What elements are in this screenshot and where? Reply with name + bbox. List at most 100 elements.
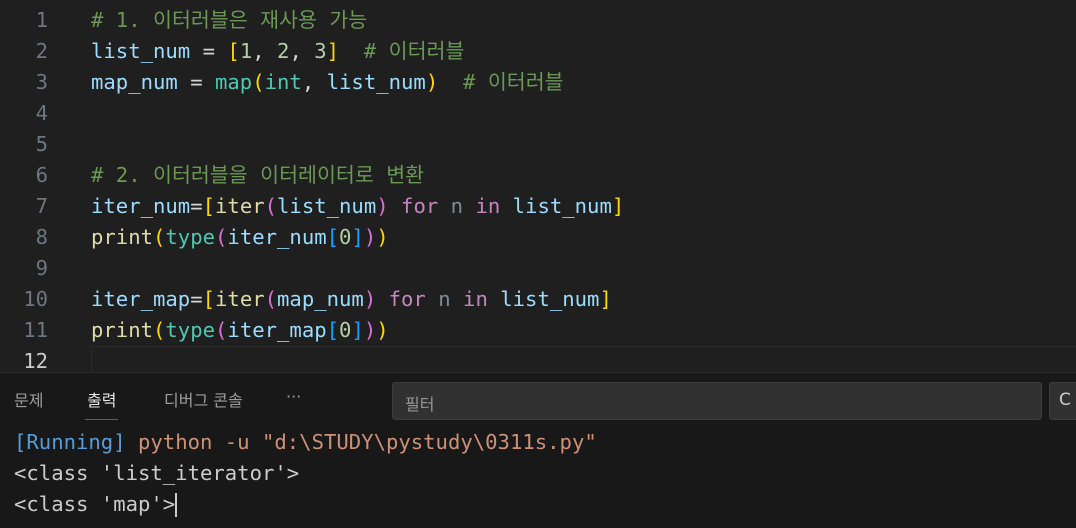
code-token: ) — [376, 194, 389, 218]
code-line[interactable]: 4 — [0, 98, 1076, 129]
code-token: map_num — [277, 287, 364, 311]
code-token: in — [450, 287, 501, 311]
code-token: iter_num — [227, 225, 327, 249]
line-number: 1 — [35, 8, 48, 32]
code-token: map — [215, 70, 253, 94]
output-channel-select[interactable]: C — [1049, 382, 1076, 420]
code-token: ) — [363, 287, 377, 311]
code-token: map_num — [91, 70, 178, 94]
code-token: list_num — [512, 194, 612, 218]
output-line: <class 'list_iterator'> — [14, 461, 300, 485]
line-number: 5 — [35, 132, 48, 156]
code-token: type — [165, 318, 216, 342]
tab-problems[interactable]: 문제 — [14, 387, 43, 411]
code-text: print(type(iter_map[0])) — [91, 315, 389, 346]
code-token: ( — [252, 70, 265, 94]
code-token: = — [190, 39, 228, 63]
code-token: list_num — [91, 39, 191, 63]
code-token: 0 — [339, 318, 352, 342]
line-number: 12 — [23, 349, 48, 372]
code-token: iter — [215, 194, 265, 218]
code-line[interactable]: 5 — [0, 129, 1076, 160]
code-token: n — [438, 287, 451, 311]
code-line[interactable]: 3 map_num = map(int, list_num) # 이터러블 — [0, 67, 1076, 98]
code-token: [ — [227, 39, 240, 63]
code-token: for — [376, 287, 439, 311]
code-token: [ — [202, 287, 216, 311]
text-cursor — [175, 493, 178, 517]
code-line[interactable]: 10 iter_map=[iter(map_num) for n in list_… — [0, 284, 1076, 315]
code-token: n — [450, 194, 464, 218]
code-line[interactable]: 9 — [0, 253, 1076, 284]
code-token: , — [301, 70, 327, 94]
code-line[interactable]: 8 print(type(iter_num[0])) — [0, 222, 1076, 253]
code-line[interactable]: 2 list_num = [1, 2, 3] # 이터러블 — [0, 36, 1076, 67]
code-token: , — [252, 39, 278, 63]
code-token: # 1. 이터러블은 재사용 가능 — [91, 8, 368, 32]
line-number: 3 — [35, 70, 48, 94]
code-token: iter_num — [91, 194, 191, 218]
output-text: <class 'map'> — [14, 492, 176, 516]
code-token: int — [264, 70, 302, 94]
code-token: type — [165, 225, 216, 249]
code-line[interactable]: 6 # 2. 이터러블을 이터레이터로 변환 — [0, 160, 1076, 191]
tab-output[interactable]: 출력 — [84, 387, 119, 420]
code-token: iter — [215, 287, 265, 311]
code-token: iter_map — [91, 287, 191, 311]
line-number: 7 — [35, 194, 48, 218]
code-token: 3 — [314, 39, 327, 63]
code-token: for — [388, 194, 451, 218]
tab-debug-console[interactable]: 디버그 콘솔 — [164, 387, 243, 411]
code-text: # 1. 이터러블은 재사용 가능 — [91, 5, 367, 36]
code-text: map_num = map(int, list_num) # 이터러블 — [91, 67, 564, 98]
code-token: ] — [326, 39, 340, 63]
line-number: 11 — [23, 318, 48, 342]
code-line[interactable]: 12 — [0, 346, 1076, 372]
code-text: iter_map=[iter(map_num) for n in list_nu… — [91, 284, 612, 315]
code-token: ( — [153, 225, 166, 249]
line-number: 8 — [35, 225, 48, 249]
code-token: ] — [599, 287, 612, 311]
filter-input[interactable]: 필터 — [392, 382, 1042, 420]
code-token: [ — [326, 318, 340, 342]
code-editor[interactable]: 1 # 1. 이터러블은 재사용 가능 2 list_num = [1, 2, 3] … — [0, 0, 1076, 372]
code-token: [ — [326, 225, 340, 249]
current-line-highlight — [91, 346, 1076, 372]
line-number: 2 — [35, 39, 48, 63]
line-number: 9 — [35, 256, 48, 280]
line-number: 6 — [35, 163, 48, 187]
code-token: ] — [351, 225, 364, 249]
line-number: 10 — [23, 287, 48, 311]
code-token: list_num — [277, 194, 377, 218]
code-token: list_num — [326, 70, 426, 94]
code-token: # 2. 이터러블을 이터레이터로 변환 — [91, 163, 425, 187]
code-token: = — [190, 287, 203, 311]
code-token: # 이터러블 — [339, 39, 465, 63]
code-line[interactable]: 11 print(type(iter_map[0])) — [0, 315, 1076, 346]
code-token: ( — [215, 318, 228, 342]
more-tabs-button[interactable]: ··· — [286, 387, 301, 406]
code-token: = — [177, 70, 215, 94]
code-token: iter_map — [227, 318, 327, 342]
code-text: # 2. 이터러블을 이터레이터로 변환 — [91, 160, 424, 191]
running-label: [Running] — [14, 430, 126, 454]
code-token: # 이터러블 — [438, 70, 564, 94]
code-token: , — [289, 39, 315, 63]
code-token: in — [463, 194, 513, 218]
code-text: print(type(iter_num[0])) — [91, 222, 389, 253]
output-running-line: [Running] python -u "d:\STUDY\pystudy\03… — [14, 427, 597, 458]
code-token: ) — [376, 225, 389, 249]
code-line[interactable]: 7 iter_num=[iter(list_num) for n in list_… — [0, 191, 1076, 222]
code-token: ( — [153, 318, 166, 342]
output-line: <class 'map'> — [14, 489, 178, 520]
code-token: ] — [611, 194, 625, 218]
code-token: ( — [264, 287, 278, 311]
code-token: list_num — [500, 287, 600, 311]
code-token: ) — [363, 225, 377, 249]
code-token: ( — [215, 225, 228, 249]
code-token: 1 — [239, 39, 253, 63]
code-token: print — [91, 225, 153, 249]
code-line[interactable]: 1 # 1. 이터러블은 재사용 가능 — [0, 5, 1076, 36]
code-token: ] — [351, 318, 364, 342]
code-token: 0 — [339, 225, 352, 249]
